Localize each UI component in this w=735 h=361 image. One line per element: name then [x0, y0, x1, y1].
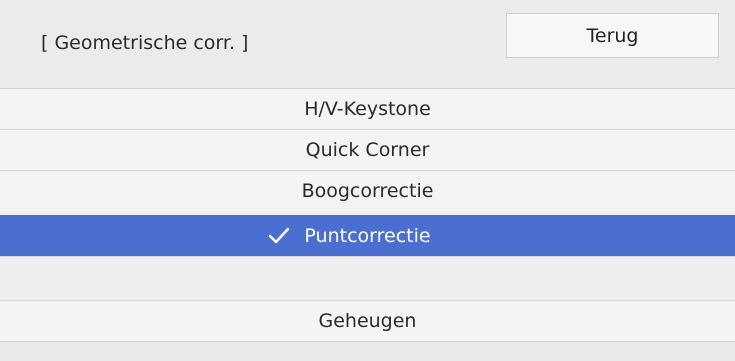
menu-item-geheugen[interactable]: Geheugen [0, 300, 735, 341]
checkmark-icon [269, 227, 290, 244]
menu-item-label: H/V-Keystone [304, 98, 431, 120]
back-button[interactable]: Terug [506, 13, 719, 58]
footer-band [0, 341, 735, 361]
menu-item-empty [0, 256, 735, 300]
menu-item-label: Boogcorrectie [301, 180, 434, 202]
menu-item-label-wrap: Puntcorrectie [269, 225, 431, 247]
menu-item-label: Quick Corner [305, 139, 430, 161]
menu-item-hv-keystone[interactable]: H/V-Keystone [0, 88, 735, 129]
menu-item-quick-corner[interactable]: Quick Corner [0, 129, 735, 170]
menu-item-boogcorrectie[interactable]: Boogcorrectie [0, 170, 735, 211]
menu-item-label: Puntcorrectie [304, 225, 431, 247]
menu-item-puntcorrectie[interactable]: Puntcorrectie [0, 215, 735, 256]
menu-item-label: Geheugen [318, 310, 417, 332]
geometric-correction-menu: [ Geometrische corr. ] Terug H/V-Keyston… [0, 0, 735, 361]
menu-header: [ Geometrische corr. ] Terug [0, 0, 735, 88]
menu-title: [ Geometrische corr. ] [41, 32, 249, 54]
